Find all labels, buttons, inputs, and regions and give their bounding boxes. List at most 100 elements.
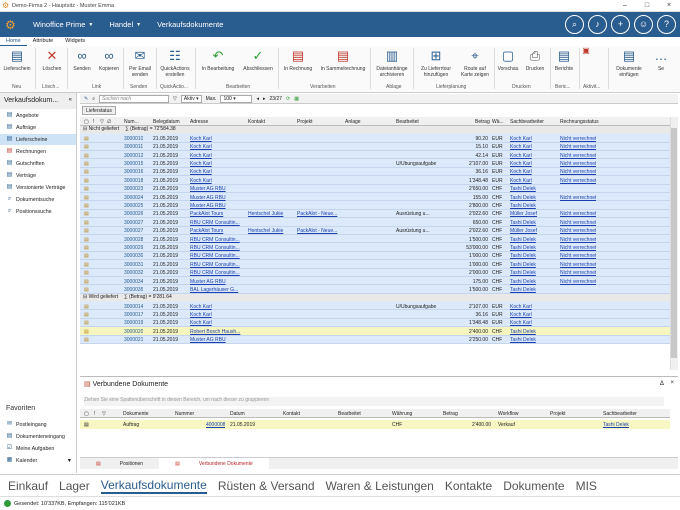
table-row[interactable]: ▤ 3000014 21.05.2019 Koch Karl Ü/Übungsaufga… xyxy=(80,302,670,311)
linked-col-nummer[interactable]: Nummer xyxy=(175,411,194,417)
sidebar-item-vertraege[interactable]: ▤ Verträge xyxy=(0,170,76,181)
filter-icon[interactable]: ▽ xyxy=(173,96,177,102)
print-button[interactable]: ⎙ Drucken xyxy=(522,48,548,72)
copy-link-button[interactable]: ∞ Kopieren xyxy=(96,48,122,72)
preview-button[interactable]: ▢ Vorschau xyxy=(496,48,520,72)
module-ruesten-versand[interactable]: Rüsten & Versand xyxy=(218,479,315,493)
edit-icon[interactable]: ✎ xyxy=(84,96,88,102)
module-verkaufsdokumente[interactable]: Verkaufsdokumente xyxy=(100,478,207,494)
col-rechnungsstatus[interactable]: Rechnungsstatus xyxy=(560,119,599,125)
table-row[interactable]: ▤ 3000011 21.05.2019 Koch Karl 15.10 EUR Koch … xyxy=(80,142,670,151)
table-row[interactable]: ▤ 3000030 21.05.2019 RBU CRM Consultin... 1'… xyxy=(80,251,670,261)
export-icon[interactable]: ▦ xyxy=(294,96,299,102)
table-row[interactable]: ▤ 3000027 21.05.2019 PackAlot Tours Hentsche… xyxy=(80,226,670,235)
linked-col-projekt[interactable]: Projekt xyxy=(550,411,566,417)
table-row[interactable]: ▤ 3000032 21.05.2019 RBU CRM Consultin... 2'… xyxy=(80,268,670,277)
tab-positionen[interactable]: ▤ Positionen xyxy=(80,458,159,469)
module-einkauf[interactable]: Einkauf xyxy=(8,479,48,493)
col-icon-priority[interactable]: ! xyxy=(94,411,95,417)
col-betrag[interactable]: Betrag xyxy=(475,119,490,125)
col-nummer[interactable]: Num... xyxy=(124,119,139,125)
linked-col-waehrung[interactable]: Währung xyxy=(392,411,412,417)
col-icon-doc[interactable]: ▢ xyxy=(84,119,89,125)
col-belegdatum[interactable]: Belegdatum xyxy=(153,119,180,125)
in-bearbeitung-button[interactable]: ↶ In Bearbeitung xyxy=(198,48,238,72)
table-row[interactable]: ▤ 3000028 21.05.2019 RBU CRM Consultin... 1'… xyxy=(80,235,670,244)
fav-item-dokumenteneingang[interactable]: ▤ Dokumenteneingang xyxy=(0,431,76,442)
section-menu[interactable]: Handel ▼ xyxy=(101,20,149,29)
refresh-icon[interactable]: ⟳ xyxy=(286,96,290,102)
sidebar-item-versionierte-vertraege[interactable]: ▤ Versionierte Verträge xyxy=(0,182,76,193)
nav-prev-icon[interactable]: ◂ xyxy=(256,96,259,102)
table-row[interactable]: ▤ 3000026 21.05.2019 PackAlot Tours Hentsche… xyxy=(80,209,670,219)
grid-scrollbar-thumb[interactable] xyxy=(671,128,677,358)
table-row[interactable]: ▤ 3000017 21.05.2019 Koch Karl 36.16 EUR Koch … xyxy=(80,310,670,319)
fav-item-kalender[interactable]: ▦ Kalender ▼ xyxy=(0,455,76,466)
help-icon[interactable]: ? xyxy=(657,15,676,34)
fav-item-postleingang[interactable]: ✉ Postleingang xyxy=(0,419,76,430)
module-kontakte[interactable]: Kontakte xyxy=(445,479,492,493)
activity-icons[interactable]: ▣ xyxy=(582,47,590,55)
filter-select[interactable]: Aktiv ▾ xyxy=(180,94,202,103)
linked-col-dokumente[interactable]: Dokumente xyxy=(123,411,149,417)
delete-button[interactable]: ✕ Löschen xyxy=(38,48,66,72)
table-row[interactable]: ▤ 3000025 21.05.2019 Muster AG RBU 2'800.00 C… xyxy=(80,201,670,210)
send-link-button[interactable]: ∞ Senden xyxy=(70,48,94,72)
archive-attachments-button[interactable]: ▥ Dateianhänge archivieren xyxy=(372,48,412,78)
close-button[interactable]: × xyxy=(658,2,680,9)
table-row[interactable]: ▤ 3000027 21.05.2019 RBU CRM Consultin... 65… xyxy=(80,218,670,227)
col-icon-flag[interactable]: ▽ xyxy=(102,411,106,417)
linked-col-workflow[interactable]: Workflow xyxy=(498,411,518,417)
in-sammelrechnung-button[interactable]: ▤ In Sammelrechnung xyxy=(318,48,368,72)
show-route-button[interactable]: ⌖ Route auf Karte zeigen xyxy=(458,48,492,78)
sidebar-item-positionssuche[interactable]: ⌕ Positionssuche xyxy=(0,206,76,217)
table-row[interactable]: ▤ 3000020 21.05.2019 Robert Bosch Haush... 2… xyxy=(80,327,670,336)
table-row[interactable]: ▤ 3000019 21.05.2019 Koch Karl 1'348.48 EUR Ko… xyxy=(80,318,670,328)
add-icon[interactable]: + xyxy=(611,15,630,34)
product-menu[interactable]: Winoffice Prime ▼ xyxy=(25,20,101,29)
table-row[interactable]: ▤ 3000024 21.05.2019 Muster AG RBU 155.00 CHF… xyxy=(80,193,670,202)
table-row[interactable]: ▤ 3000010 21.05.2019 Koch Karl 90.20 EUR Koch … xyxy=(80,134,670,143)
abschliessen-button[interactable]: ✓ Abschliessen xyxy=(240,48,276,72)
new-lieferschein-button[interactable]: ▤ Lieferschein xyxy=(2,48,32,72)
col-projekt[interactable]: Projekt xyxy=(297,119,313,125)
tab-widgets[interactable]: Widgets xyxy=(59,37,91,46)
send-email-button[interactable]: ✉ Per Email senden xyxy=(125,48,155,78)
maximize-button[interactable]: □ xyxy=(636,2,658,9)
linked-col-sachbearbeiter[interactable]: Sachbearbeiter xyxy=(603,411,637,417)
pin-icon[interactable]: « xyxy=(69,97,72,105)
linked-col-betrag[interactable]: Betrag xyxy=(443,411,458,417)
tab-verbundene-dokumente[interactable]: ▤ Verbundene Dokumente xyxy=(159,458,269,469)
sidebar-item-lieferscheine[interactable]: ▤ Lieferscheine xyxy=(0,134,76,145)
nav-next-icon[interactable]: ▸ xyxy=(263,96,266,102)
tab-attribute[interactable]: Attribute xyxy=(27,37,59,46)
col-icon-flag[interactable]: ▽ xyxy=(100,119,104,125)
table-row[interactable]: ▤ 3000035 21.05.2019 BAL Lagerhäuser G... 1'… xyxy=(80,285,670,294)
table-row[interactable]: ▤ 3000021 21.05.2019 Muster AG RBU 2'250.00 C… xyxy=(80,335,670,344)
search-input[interactable]: Suchen nach xyxy=(99,94,170,103)
linked-table-row[interactable]: ▤ Auftrag 4000008 21.05.2019 CHF 2'400.0… xyxy=(80,420,670,429)
sidebar-item-angebote[interactable]: ▤ Angebote xyxy=(0,110,76,121)
col-icon-doc[interactable]: ▢ xyxy=(84,411,89,417)
linked-col-datum[interactable]: Datum xyxy=(230,411,245,417)
add-to-delivery-tour-button[interactable]: ⊞ Zu Lieferrtour hinzufügen xyxy=(416,48,456,78)
table-row[interactable]: ▤ 3000016 21.05.2019 Koch Karl 36.16 EUR Koch … xyxy=(80,167,670,177)
group-header[interactable]: ⊟ Nicht geliefert ∑ (Betrag) = 72'584.38 xyxy=(80,126,670,134)
insert-documents-button[interactable]: ▤ Dokumente einfügen xyxy=(612,48,646,78)
sidebar-item-dokumentsuche[interactable]: ⌕ Dokumentsuche xyxy=(0,194,76,205)
module-lager[interactable]: Lager xyxy=(59,479,90,493)
table-row[interactable]: ▤ 3000015 21.05.2019 Koch Karl Ü/Übungsaufga… xyxy=(80,159,670,168)
col-icon-attach[interactable]: ∅ xyxy=(107,119,111,125)
module-dokumente[interactable]: Dokumente xyxy=(503,479,564,493)
minimize-button[interactable]: – xyxy=(614,2,636,9)
linked-col-bearbeitet[interactable]: Bearbeitet xyxy=(338,411,361,417)
table-row[interactable]: ▤ 3000034 21.05.2019 Muster AG RBU 175.00 CHF… xyxy=(80,277,670,286)
col-waehrung[interactable]: Wä... xyxy=(492,119,504,125)
reports-button[interactable]: ▤ Berichte xyxy=(552,48,576,72)
notification-bell-icon[interactable]: ♪ xyxy=(588,15,607,34)
col-sachbearbeiter[interactable]: Sachbearbeiter xyxy=(510,119,544,125)
col-kontakt[interactable]: Kontakt xyxy=(248,119,265,125)
group-by-chip[interactable]: Lieferstatus xyxy=(82,106,116,115)
quickactions-button[interactable]: ☷ QuickActions erstellen xyxy=(158,48,192,78)
col-anlage[interactable]: Anlage xyxy=(345,119,361,125)
